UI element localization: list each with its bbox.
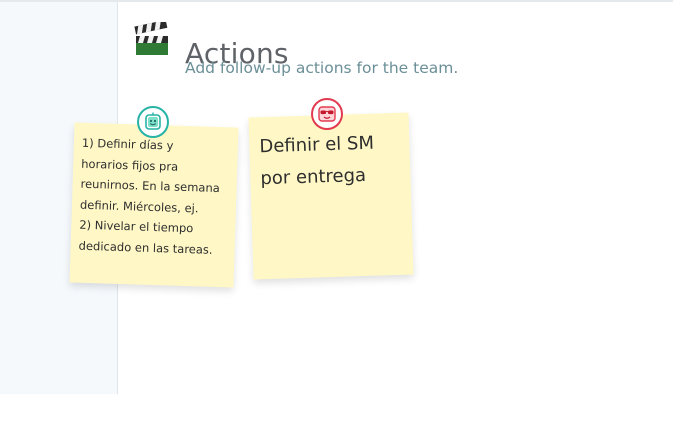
sticky-note[interactable]: 1) Definir días y horarios fijos pra reu…: [69, 122, 239, 288]
author-avatar: [137, 106, 169, 138]
page-subtitle: Add follow-up actions for the team.: [185, 59, 459, 77]
robot-face-icon: [145, 112, 161, 130]
sticky-note-text: Definir el SM por entrega: [259, 132, 375, 190]
sticky-note[interactable]: Definir el SM por entrega: [248, 112, 414, 280]
actions-panel: Actions Add follow-up actions for the te…: [69, 2, 673, 421]
sunglasses-face-icon: [318, 106, 336, 122]
clapperboard-icon: [134, 19, 170, 56]
sticky-note-text: 1) Definir días y horarios fijos pra reu…: [78, 135, 221, 257]
author-avatar: [311, 98, 343, 130]
